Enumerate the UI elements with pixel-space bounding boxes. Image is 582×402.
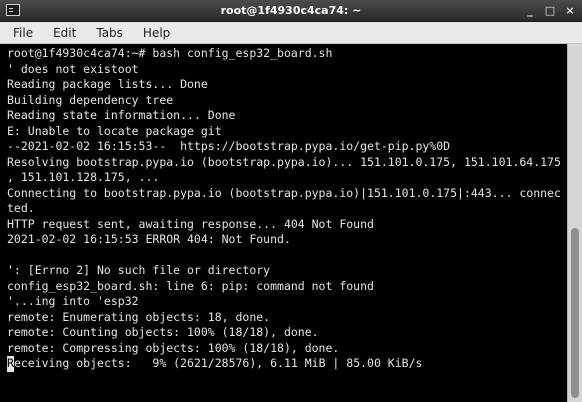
terminal-line-rest: eceiving objects: 9% (2621/28576), 6.11 …	[13, 356, 423, 370]
terminal-line: config_esp32_board.sh: line 6: pip: comm…	[7, 278, 374, 293]
text-cursor: R	[7, 356, 14, 372]
terminal-line: Building dependency tree	[7, 92, 174, 107]
terminal-line: , 151.101.128.175, ...	[7, 170, 160, 184]
menu-tabs[interactable]: Tabs	[96, 26, 123, 40]
terminal-line: remote: Counting objects: 100% (18/18), …	[7, 325, 319, 339]
terminal-line: '...ing into 'esp32	[7, 294, 139, 308]
terminal-line: Resolving bootstrap.pypa.io (bootstrap.p…	[7, 154, 561, 169]
terminal-line: remote: Compressing objects: 100% (18/18…	[7, 340, 340, 355]
vertical-scrollbar[interactable]	[567, 44, 582, 402]
terminal-line: Reading state information... Done	[7, 108, 236, 122]
menu-bar: File Edit Tabs Help	[0, 22, 582, 44]
terminal-line: E: Unable to locate package git	[7, 123, 222, 138]
terminal-line: root@1f4930c4ca74:~# bash config_esp32_b…	[7, 46, 333, 60]
terminal-line: ted.	[7, 201, 35, 215]
terminal-output[interactable]: root@1f4930c4ca74:~# bash config_esp32_b…	[0, 44, 567, 402]
terminal-line: Reading package lists... Done	[7, 77, 208, 91]
terminal-current-line: Receiving objects: 9% (2621/28576), 6.11…	[7, 356, 567, 372]
terminal-line: remote: Enumerating objects: 18, done.	[7, 309, 271, 324]
terminal-line: 2021-02-02 16:15:53 ERROR 404: Not Found…	[7, 232, 291, 246]
terminal-line: Connecting to bootstrap.pypa.io (bootstr…	[7, 185, 561, 200]
terminal-window: root@1f4930c4ca74: ~ _ □ × File Edit Tab…	[0, 0, 582, 402]
terminal-line: HTTP request sent, awaiting response... …	[7, 216, 374, 231]
close-button[interactable]: ×	[562, 3, 578, 19]
menu-file[interactable]: File	[13, 26, 33, 40]
terminal-line: ': [Errno 2] No such file or directory	[7, 263, 271, 277]
menu-help[interactable]: Help	[143, 26, 170, 40]
terminal-line: --2021-02-02 16:15:53-- https://bootstra…	[7, 139, 451, 153]
title-bar[interactable]: root@1f4930c4ca74: ~ _ □ ×	[0, 0, 582, 22]
maximize-button[interactable]: □	[542, 3, 558, 19]
window-controls: _ □ ×	[518, 0, 578, 22]
scrollbar-thumb[interactable]	[571, 228, 579, 398]
terminal-line: ' does not existoot	[7, 61, 139, 76]
menu-edit[interactable]: Edit	[53, 26, 76, 40]
window-title: root@1f4930c4ca74: ~	[220, 4, 362, 17]
minimize-button[interactable]: _	[522, 3, 538, 19]
